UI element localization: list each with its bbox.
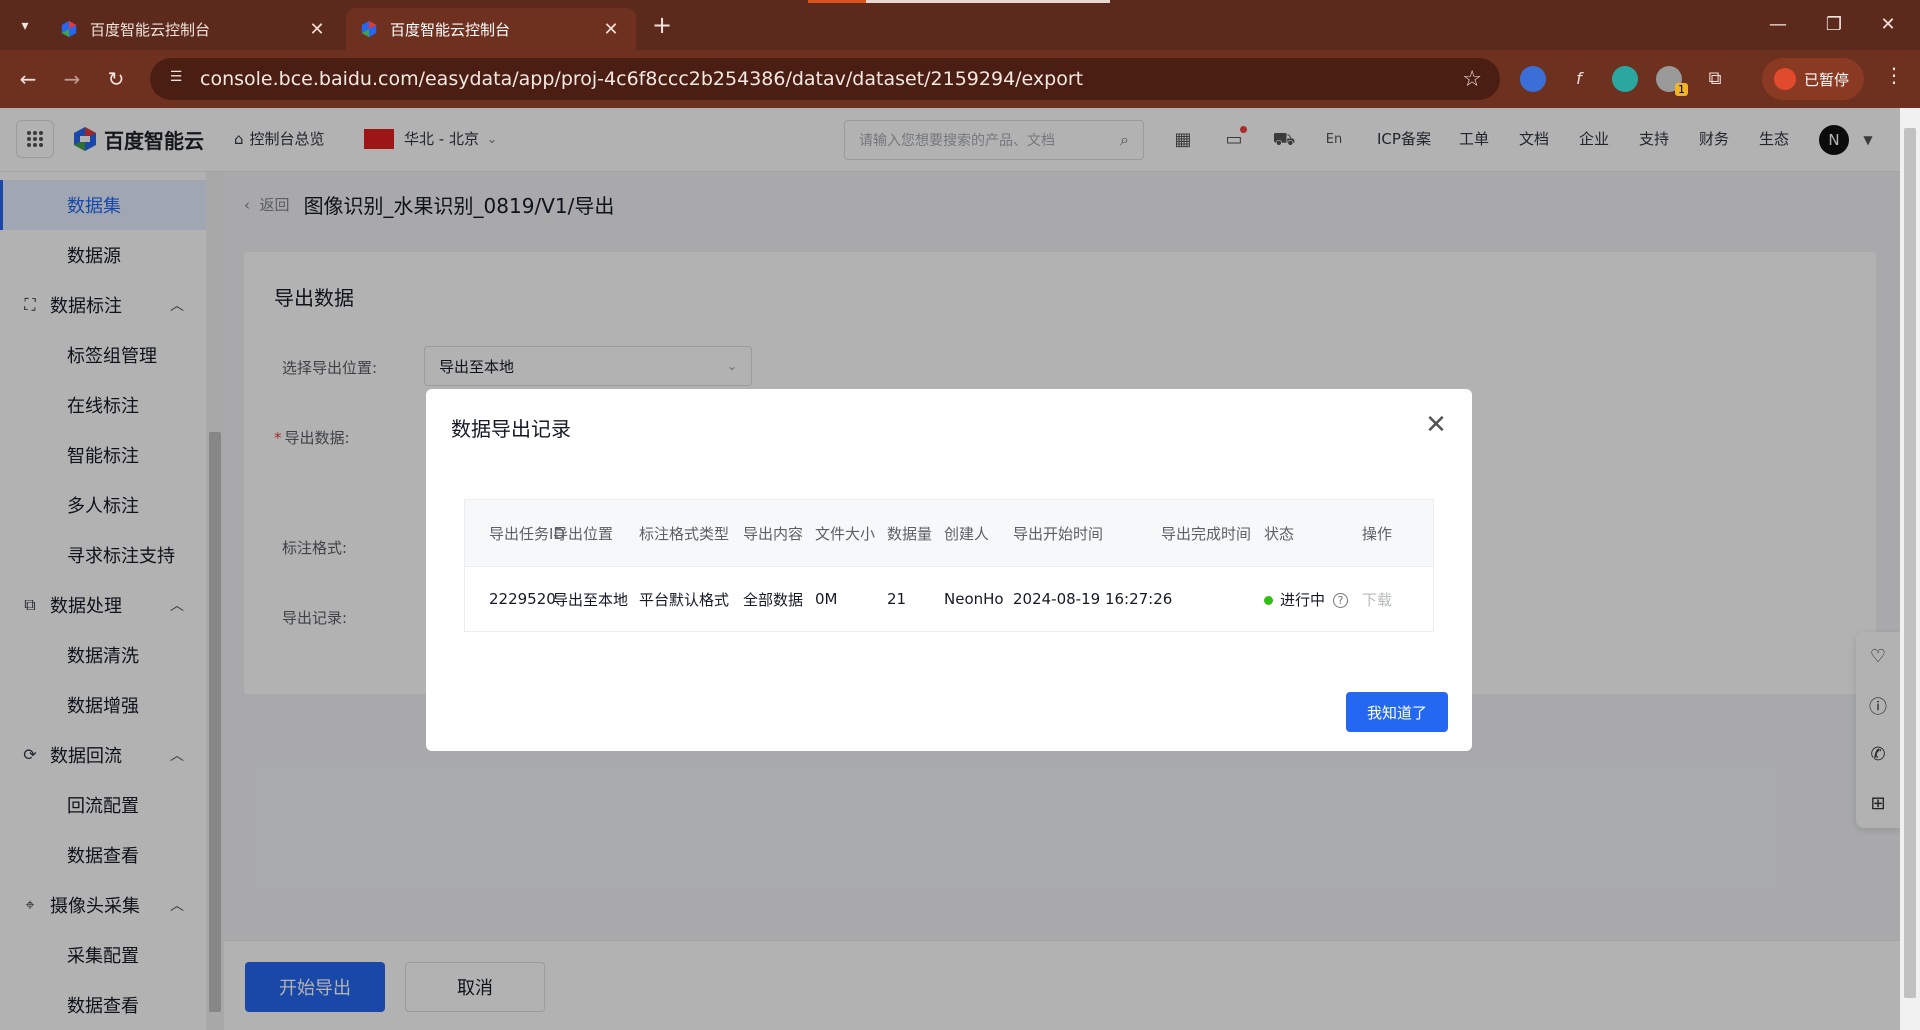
tab-title: 百度智能云控制台 — [90, 20, 211, 39]
browser-toolbar: ← → ↻ ☰ console.bce.baidu.com/easydata/a… — [0, 50, 1920, 108]
column-header-status: 状态 — [1264, 524, 1295, 543]
extensions-puzzle-icon[interactable]: ⧉ — [1702, 66, 1728, 92]
cell-creator: NeonHo — [944, 590, 1004, 608]
question-icon[interactable]: ? — [1333, 592, 1349, 608]
cell-location: 导出至本地 — [553, 590, 629, 609]
reload-icon[interactable]: ↻ — [100, 63, 132, 95]
column-header-creator: 创建人 — [944, 524, 990, 543]
page-scrollbar[interactable] — [1900, 108, 1920, 1030]
browser-tab-bar: ▾ 百度智能云控制台 ✕ 百度智能云控制台 ✕ + — ❐ ✕ — [0, 0, 1920, 50]
column-header-start-time: 导出开始时间 — [1013, 524, 1104, 543]
column-header-end-time: 导出完成时间 — [1161, 524, 1252, 543]
close-window-icon[interactable]: ✕ — [1868, 10, 1908, 40]
extension-1-icon[interactable] — [1520, 66, 1546, 92]
extension-3-icon[interactable] — [1612, 66, 1638, 92]
table-row: 2229520 导出至本地 平台默认格式 全部数据 0M 21 NeonHo 2… — [465, 566, 1433, 631]
column-header-format: 标注格式类型 — [639, 524, 730, 543]
table-header: 导出任务ID 导出位置 标注格式类型 导出内容 文件大小 数据量 创建人 导出开… — [465, 500, 1433, 566]
minimize-icon[interactable]: — — [1758, 10, 1798, 40]
confirm-button[interactable]: 我知道了 — [1346, 692, 1448, 732]
close-tab-icon[interactable]: ✕ — [600, 19, 622, 40]
column-header-size: 文件大小 — [815, 524, 876, 543]
cell-size: 0M — [815, 590, 838, 608]
tab-title: 百度智能云控制台 — [390, 20, 511, 39]
browser-tab-1[interactable]: 百度智能云控制台 ✕ — [46, 8, 342, 50]
cell-task-id: 2229520 — [489, 590, 556, 608]
column-header-action: 操作 — [1362, 524, 1393, 543]
dialog-title: 数据导出记录 — [451, 417, 571, 441]
site-info-icon[interactable]: ☰ — [166, 69, 186, 89]
cell-count: 21 — [887, 590, 907, 608]
download-link[interactable]: 下载 — [1362, 589, 1402, 610]
extension-2-icon[interactable]: f — [1566, 66, 1592, 92]
url-text: console.bce.baidu.com/easydata/app/proj-… — [200, 68, 1084, 90]
baidu-cloud-favicon-icon — [361, 20, 377, 38]
column-header-location: 导出位置 — [553, 524, 614, 543]
profile-icon — [1774, 68, 1796, 90]
close-icon[interactable]: ✕ — [1422, 411, 1450, 439]
paused-label: 已暂停 — [1804, 70, 1850, 89]
tab-search-icon[interactable]: ▾ — [12, 13, 38, 39]
restore-icon[interactable]: ❐ — [1814, 10, 1854, 40]
export-record-table: 导出任务ID 导出位置 标注格式类型 导出内容 文件大小 数据量 创建人 导出开… — [464, 499, 1434, 632]
column-header-count: 数据量 — [887, 524, 933, 543]
column-header-task-id: 导出任务ID — [489, 524, 565, 543]
column-header-content: 导出内容 — [743, 524, 804, 543]
cell-content: 全部数据 — [743, 590, 804, 609]
browser-tab-2[interactable]: 百度智能云控制台 ✕ — [346, 8, 636, 50]
back-icon[interactable]: ← — [12, 63, 44, 95]
close-tab-icon[interactable]: ✕ — [306, 19, 328, 40]
export-record-dialog: 数据导出记录 ✕ 导出任务ID 导出位置 标注格式类型 导出内容 文件大小 数据… — [426, 389, 1472, 751]
browser-menu-icon[interactable]: ⋮ — [1880, 63, 1908, 95]
new-tab-button[interactable]: + — [648, 12, 676, 40]
profile-paused-button[interactable]: 已暂停 — [1762, 58, 1864, 100]
cell-start-time: 2024-08-19 16:27:26 — [1013, 590, 1173, 608]
forward-icon[interactable]: → — [56, 63, 88, 95]
baidu-cloud-favicon-icon — [61, 20, 77, 38]
address-bar[interactable]: ☰ console.bce.baidu.com/easydata/app/pro… — [150, 58, 1500, 100]
extension-badge: 1 — [1675, 83, 1688, 96]
status-label: 进行中 — [1280, 590, 1326, 609]
bookmark-star-icon[interactable]: ☆ — [1462, 67, 1482, 92]
status-running-dot — [1264, 595, 1273, 605]
cell-format: 平台默认格式 — [639, 590, 730, 609]
page-scrollbar-thumb[interactable] — [1904, 128, 1916, 998]
loading-progress-bar — [808, 0, 1110, 3]
cell-status: 进行中? — [1264, 589, 1362, 610]
extension-4-icon[interactable]: 1 — [1656, 66, 1688, 96]
